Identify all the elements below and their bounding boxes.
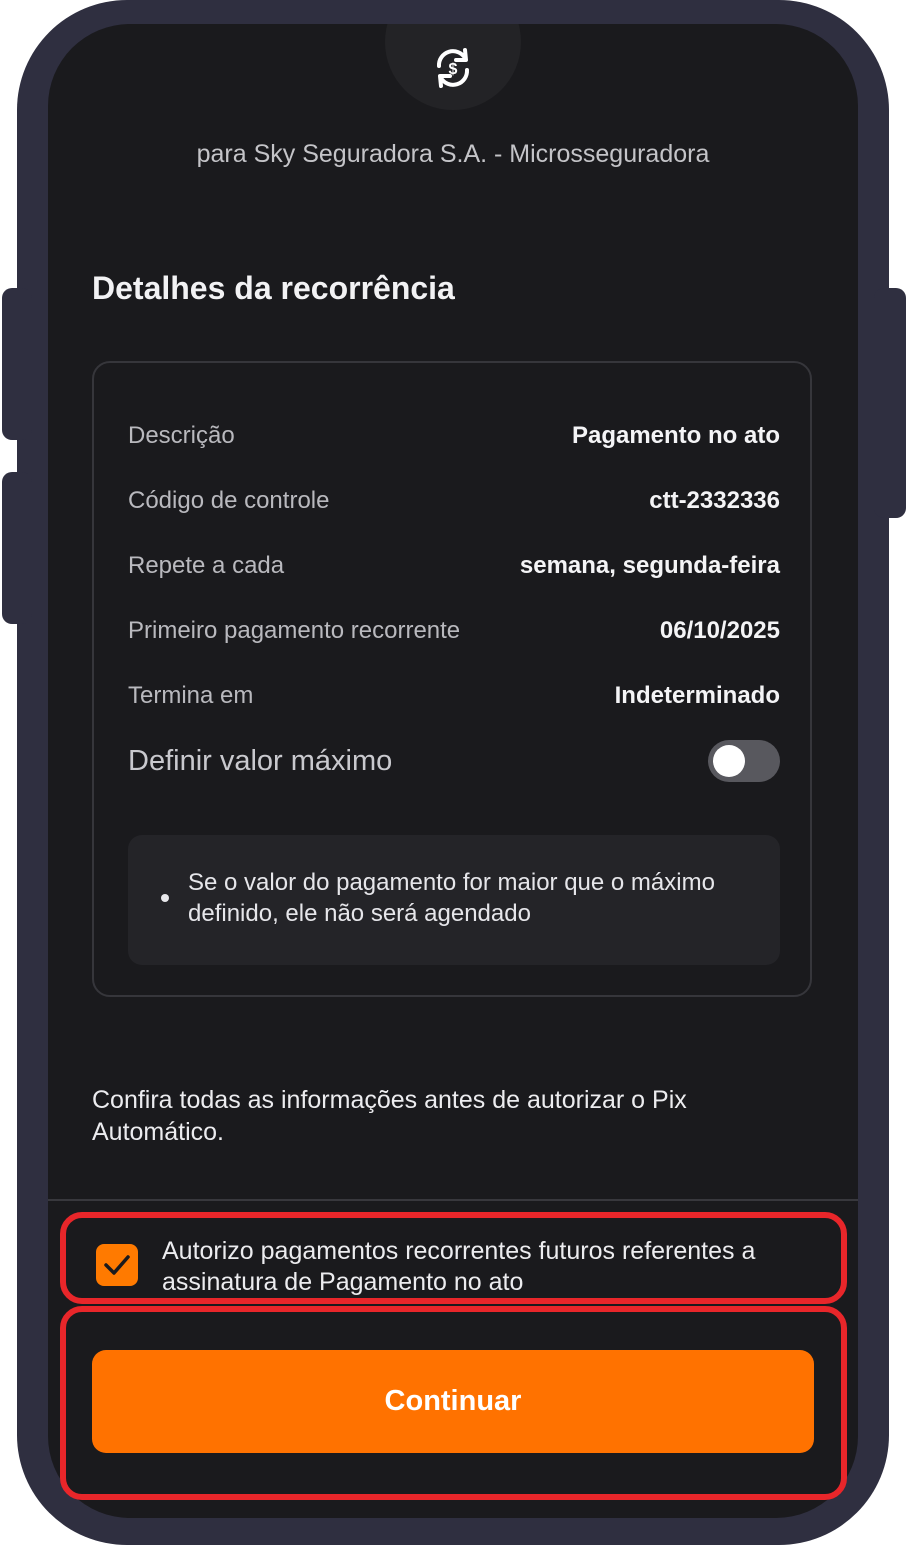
details-title: Detalhes da recorrência [92, 270, 455, 306]
detail-row-description: Descrição Pagamento no ato [128, 418, 780, 454]
max-value-row: Definir valor máximo [128, 737, 780, 785]
phone-side-button [2, 288, 32, 440]
svg-text:$: $ [449, 61, 458, 78]
recipient-text: para Sky Seguradora S.A. - Microssegurad… [196, 140, 710, 168]
max-value-info-box: Se o valor do pagamento for maior que o … [128, 835, 780, 965]
toggle-knob [713, 745, 745, 777]
highlight-box-authorization [60, 1212, 847, 1304]
detail-row-control-code: Código de controle ctt-2332336 [128, 483, 780, 519]
bullet-icon [161, 894, 169, 902]
recurring-payment-icon: $ [437, 48, 469, 88]
phone-side-button [2, 472, 32, 624]
highlight-box-continue [60, 1306, 847, 1500]
detail-label: Código de controle [128, 487, 330, 514]
detail-value: Pagamento no ato [571, 422, 780, 449]
detail-value: Indeterminado [614, 682, 780, 709]
detail-row-repeats: Repete a cada semana, segunda-feira [128, 548, 780, 584]
max-value-info-text: Se o valor do pagamento for maior que o … [188, 869, 715, 927]
detail-value: ctt-2332336 [649, 487, 780, 514]
detail-label: Primeiro pagamento recorrente [128, 617, 461, 644]
detail-label: Termina em [128, 682, 254, 709]
details-card: Descrição Pagamento no ato Código de con… [92, 361, 812, 997]
divider [48, 1199, 858, 1201]
detail-row-ends: Termina em Indeterminado [128, 678, 780, 714]
detail-row-first-payment: Primeiro pagamento recorrente 06/10/2025 [128, 613, 780, 649]
detail-value: 06/10/2025 [659, 617, 780, 644]
max-value-toggle[interactable] [708, 740, 780, 782]
max-value-label: Definir valor máximo [128, 744, 393, 777]
header-icon-badge: $ [385, 24, 521, 110]
detail-value: semana, segunda-feira [519, 552, 780, 579]
detail-label: Descrição [128, 422, 235, 449]
phone-power-button [874, 288, 906, 518]
confirm-notice: Confira todas as informações antes de au… [92, 1086, 687, 1146]
detail-label: Repete a cada [128, 552, 285, 579]
